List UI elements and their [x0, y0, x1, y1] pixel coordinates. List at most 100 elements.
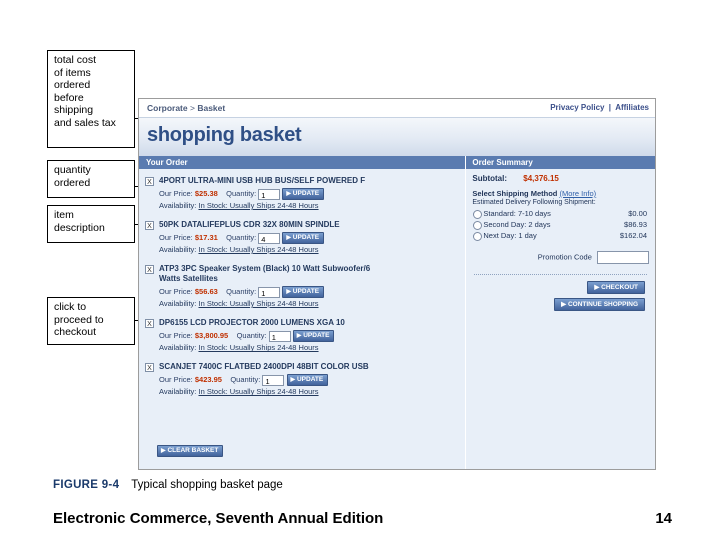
- order-summary-body: Subtotal: $4,376.15 Select Shipping Meth…: [466, 169, 655, 315]
- promotion-label: Promotion Code: [537, 252, 592, 262]
- checkout-button[interactable]: ▶ CHECKOUT: [587, 281, 645, 294]
- footer-title: Electronic Commerce, Seventh Annual Edit…: [53, 510, 384, 527]
- item-price: $17.31: [194, 233, 218, 243]
- item-name[interactable]: 50PK DATALIFEPLUS CDR 32X 80MIN SPINDLE: [159, 220, 465, 230]
- availability-label: Availability:: [159, 299, 197, 309]
- shipping-method-label: Select Shipping Method: [472, 189, 558, 198]
- quantity-label: Quantity:: [226, 189, 257, 198]
- remove-item-icon[interactable]: X: [145, 221, 154, 231]
- shipping-option-cost: $86.93: [624, 220, 647, 229]
- subtotal-label: Subtotal:: [472, 174, 508, 183]
- update-label: UPDATE: [303, 332, 330, 340]
- update-button[interactable]: ▶ UPDATE: [282, 188, 325, 201]
- item-name[interactable]: SCANJET 7400C FLATBED 2400DPI 48BIT COLO…: [159, 362, 465, 372]
- clear-basket-button[interactable]: ▶ CLEAR BASKET: [157, 445, 224, 457]
- radio-icon[interactable]: [473, 232, 483, 241]
- item-price: $3,800.95: [194, 331, 229, 341]
- quantity-label: Quantity:: [236, 331, 267, 341]
- shipping-option-cost: $162.04: [619, 231, 647, 240]
- our-price-label: Our Price:: [159, 331, 193, 341]
- quantity-label: Quantity:: [226, 233, 257, 243]
- shipping-option-label: Standard: 7-10 days: [483, 209, 551, 218]
- quantity-input[interactable]: 1: [258, 188, 281, 200]
- availability-value: In Stock: Usually Ships 24-48 Hours: [198, 201, 319, 211]
- update-button[interactable]: ▶ UPDATE: [282, 286, 325, 299]
- update-button[interactable]: ▶ UPDATE: [282, 232, 325, 245]
- item-name[interactable]: 4PORT ULTRA-MINI USB HUB BUS/SELF POWERE…: [159, 176, 465, 186]
- cart-item: X 4PORT ULTRA-MINI USB HUB BUS/SELF POWE…: [139, 173, 465, 215]
- promotion-row: Promotion Code: [472, 251, 649, 264]
- cart-item: X DP6155 LCD PROJECTOR 2000 LUMENS XGA 1…: [139, 315, 465, 357]
- order-summary-column: Order Summary Subtotal: $4,376.15 Select…: [465, 156, 655, 469]
- promotion-code-input[interactable]: [597, 251, 649, 264]
- update-button[interactable]: ▶ UPDATE: [292, 330, 335, 343]
- update-button[interactable]: ▶ UPDATE: [286, 374, 329, 387]
- affiliates-link[interactable]: Affiliates: [615, 103, 649, 112]
- item-availability-row: Availability: In Stock: Usually Ships 24…: [159, 386, 465, 397]
- summary-actions: ▶ CHECKOUT ▶ CONTINUE SHOPPING: [472, 281, 649, 315]
- item-name[interactable]: DP6155 LCD PROJECTOR 2000 LUMENS XGA 10: [159, 318, 465, 328]
- shipping-option-standard[interactable]: Standard: 7-10 days $0.00: [472, 208, 649, 219]
- radio-icon[interactable]: [473, 210, 483, 219]
- item-price: $423.95: [194, 375, 222, 385]
- quantity-input[interactable]: 1: [258, 286, 281, 298]
- quantity-input[interactable]: 1: [268, 330, 291, 342]
- item-price-row: Our Price: $3,800.95 Quantity: 1 ▶ UPDAT…: [159, 330, 465, 343]
- order-summary-header: Order Summary: [466, 156, 655, 169]
- item-price-row: Our Price: $17.31 Quantity: 4 ▶ UPDATE: [159, 232, 465, 245]
- remove-item-icon[interactable]: X: [145, 319, 154, 329]
- our-price-label: Our Price:: [159, 287, 193, 297]
- more-info-link[interactable]: (More Info): [559, 189, 596, 198]
- availability-label: Availability:: [159, 343, 197, 353]
- cart-item: X 50PK DATALIFEPLUS CDR 32X 80MIN SPINDL…: [139, 217, 465, 259]
- breadcrumb-current: Basket: [197, 103, 226, 113]
- availability-label: Availability:: [159, 201, 197, 211]
- callout-checkout: click to proceed to checkout: [47, 297, 135, 345]
- our-price-label: Our Price:: [159, 233, 193, 243]
- shipping-option-second-day[interactable]: Second Day: 2 days $86.93: [472, 219, 649, 230]
- item-name[interactable]: ATP3 3PC Speaker System (Black) 10 Watt …: [159, 264, 384, 284]
- clear-basket-label: CLEAR BASKET: [167, 447, 219, 454]
- item-price-row: Our Price: $56.63 Quantity: 1 ▶ UPDATE: [159, 286, 465, 299]
- shipping-option-cost: $0.00: [628, 209, 647, 218]
- continue-shopping-label: CONTINUE SHOPPING: [567, 301, 638, 308]
- delivery-note: Estimated Delivery Following Shipment:: [472, 199, 596, 206]
- shipping-option-label: Second Day: 2 days: [483, 220, 551, 229]
- figure-caption: FIGURE 9-4 Typical shopping basket page: [53, 479, 283, 491]
- breadcrumb: Corporate > Basket: [147, 103, 225, 113]
- item-availability-row: Availability: In Stock: Usually Ships 24…: [159, 342, 465, 353]
- item-availability-row: Availability: In Stock: Usually Ships 24…: [159, 244, 465, 255]
- link-divider: |: [608, 103, 611, 112]
- your-order-column: Your Order X 4PORT ULTRA-MINI USB HUB BU…: [139, 156, 466, 469]
- breadcrumb-home[interactable]: Corporate: [147, 103, 188, 113]
- shipping-option-next-day[interactable]: Next Day: 1 day $162.04: [472, 230, 649, 241]
- privacy-policy-link[interactable]: Privacy Policy: [550, 103, 604, 112]
- item-price: $25.38: [194, 189, 218, 198]
- shopping-basket-screenshot: Corporate > Basket Privacy Policy | Affi…: [138, 98, 656, 470]
- top-nav-links: Privacy Policy | Affiliates: [548, 103, 649, 112]
- callout-quantity-ordered: quantity ordered: [47, 160, 135, 198]
- item-availability-row: Availability: In Stock: Usually Ships 24…: [159, 298, 465, 309]
- remove-item-icon[interactable]: X: [145, 177, 154, 186]
- caret-icon: ▶: [290, 377, 296, 384]
- caret-icon: ▶: [594, 284, 600, 291]
- quantity-label: Quantity:: [230, 375, 261, 385]
- remove-item-icon[interactable]: X: [145, 363, 154, 373]
- figure-label: FIGURE 9-4: [53, 479, 120, 491]
- remove-item-icon[interactable]: X: [145, 265, 154, 275]
- shipping-method-heading: Select Shipping Method (More Info): [472, 189, 649, 198]
- quantity-input[interactable]: 4: [258, 232, 281, 244]
- quantity-label: Quantity:: [226, 287, 257, 297]
- continue-shopping-button[interactable]: ▶ CONTINUE SHOPPING: [554, 298, 645, 311]
- cart-item: X SCANJET 7400C FLATBED 2400DPI 48BIT CO…: [139, 359, 465, 401]
- subtotal-value: $4,376.15: [523, 174, 559, 183]
- update-label: UPDATE: [296, 376, 324, 384]
- caret-icon: ▶: [286, 191, 291, 198]
- quantity-input[interactable]: 1: [262, 374, 285, 386]
- radio-icon[interactable]: [473, 221, 483, 230]
- availability-label: Availability:: [159, 245, 197, 255]
- update-label: UPDATE: [292, 234, 320, 242]
- site-top-bar: Corporate > Basket Privacy Policy | Affi…: [139, 99, 655, 117]
- item-price-row: Our Price: $423.95 Quantity: 1 ▶ UPDATE: [159, 374, 465, 387]
- item-price-row: Our Price: $25.38 Quantity: 1 ▶ UPDATE: [159, 188, 465, 201]
